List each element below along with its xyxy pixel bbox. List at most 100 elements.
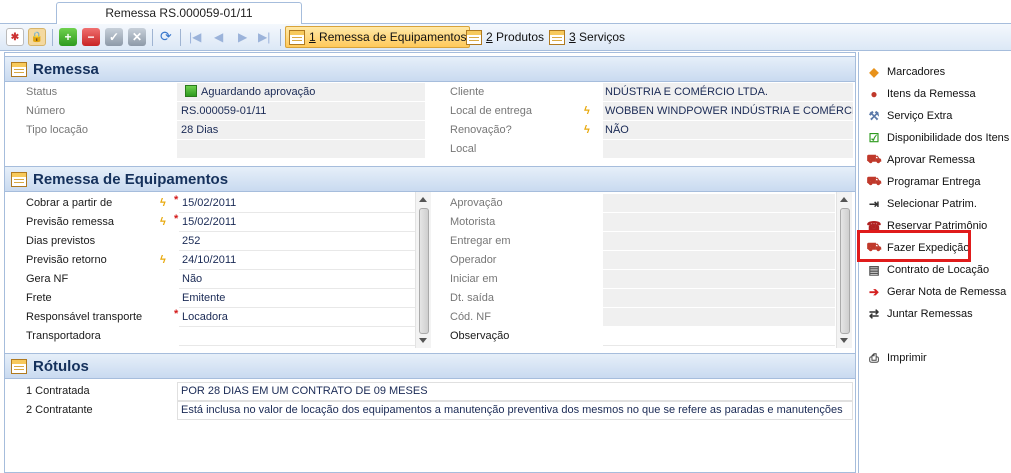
select-icon: ⇥ xyxy=(868,197,880,211)
lightning-icon[interactable]: ϟ xyxy=(160,197,166,209)
truck-calendar-icon: ⛟ xyxy=(866,174,882,188)
status-value: Aguardando aprovação xyxy=(185,83,315,102)
field-cell xyxy=(603,213,835,232)
rotulo-contratada-value[interactable]: POR 28 DIAS EM UM CONTRATO DE 09 MESES xyxy=(181,382,428,401)
cobrar-label: Cobrar a partir de xyxy=(26,197,113,209)
action-marcadores[interactable]: ◆ Marcadores xyxy=(866,62,945,82)
frete-value[interactable]: Emitente xyxy=(182,289,225,308)
toolbar-separator xyxy=(280,29,281,46)
tipo-locacao-value: 28 Dias xyxy=(181,124,219,136)
operador-label: Operador xyxy=(450,254,497,266)
action-contrato-locacao[interactable]: ▤ Contrato de Locação xyxy=(866,260,989,280)
action-disponibilidade[interactable]: ☑ Disponibilidade dos Itens xyxy=(866,128,1010,148)
section-title: Rótulos xyxy=(33,357,89,375)
numero-value: RS.000059-01/11 xyxy=(181,105,267,117)
lock-icon[interactable]: 🔒 xyxy=(28,28,46,46)
cobrar-value[interactable]: 15/02/2011 xyxy=(182,194,236,213)
empty-cell xyxy=(177,140,425,159)
lightning-icon[interactable]: ϟ xyxy=(160,254,166,266)
section-title: Remessa de Equipamentos xyxy=(33,170,229,188)
scroll-thumb[interactable] xyxy=(840,208,850,334)
merge-icon: ⇄ xyxy=(868,307,880,321)
section-title: Remessa xyxy=(33,60,99,78)
action-itens-remessa[interactable]: ● Itens da Remessa xyxy=(866,84,976,104)
tab-label: 2 Produtos xyxy=(486,30,544,44)
aprovacao-label: Aprovação xyxy=(450,197,503,209)
tag-icon: ◆ xyxy=(869,65,879,79)
lightning-icon[interactable]: ϟ xyxy=(584,105,590,117)
scroll-down-icon[interactable] xyxy=(840,338,848,343)
local-entrega-value: WOBBEN WINDPOWER INDÚSTRIA E COMÉRCIO LT xyxy=(605,105,853,117)
scroll-thumb[interactable] xyxy=(419,208,429,334)
action-aprovar-remessa[interactable]: ⛟ Aprovar Remessa xyxy=(866,150,975,170)
rotulo-contratante-value[interactable]: Está inclusa no valor de locação dos equ… xyxy=(181,401,853,420)
action-label: Programar Entrega xyxy=(887,176,981,188)
tab-strip: Remessa RS.000059-01/11 xyxy=(0,0,1011,25)
action-label: Serviço Extra xyxy=(887,110,953,122)
scroll-up-icon[interactable] xyxy=(840,197,848,202)
action-imprimir[interactable]: ⎙ Imprimir xyxy=(866,348,927,368)
iniciar-em-label: Iniciar em xyxy=(450,273,498,285)
action-label: Aprovar Remessa xyxy=(887,154,976,166)
tab-hotkey: 3 xyxy=(569,30,576,44)
field-cell xyxy=(603,308,835,327)
note-arrow-icon: ➔ xyxy=(868,285,880,299)
first-record-icon[interactable]: |◀ xyxy=(189,30,201,44)
tab-remessa-equipamentos[interactable]: 1 Remessa de Equipamentos xyxy=(285,26,471,48)
action-label: Gerar Nota de Remessa xyxy=(887,286,1007,298)
action-selecionar-patrim[interactable]: ⇥ Selecionar Patrim. xyxy=(866,194,977,214)
previsao-remessa-value[interactable]: 15/02/2011 xyxy=(182,213,236,232)
status-text: Aguardando aprovação xyxy=(201,86,316,98)
last-record-icon[interactable]: ▶| xyxy=(258,30,270,44)
confirm-button[interactable]: ✓ xyxy=(105,28,123,46)
dt-saida-label: Dt. saída xyxy=(450,292,495,304)
previsao-retorno-value[interactable]: 24/10/2011 xyxy=(182,251,236,270)
section-header-rotulos[interactable]: Rótulos xyxy=(5,353,855,379)
field-cell xyxy=(179,327,415,346)
table-icon xyxy=(11,61,27,77)
refresh-icon[interactable]: ⟳ xyxy=(160,28,172,45)
next-record-icon[interactable]: ▶ xyxy=(238,30,247,44)
tab-remessa[interactable]: Remessa RS.000059-01/11 xyxy=(56,2,302,25)
action-juntar-remessas[interactable]: ⇄ Juntar Remessas xyxy=(866,304,973,324)
new-record-icon[interactable]: ✱ xyxy=(6,28,24,46)
tab-text: Remessa de Equipamentos xyxy=(315,30,467,44)
dias-previstos-value[interactable]: 252 xyxy=(182,232,200,251)
toolbar: ✱ 🔒 + − ✓ ✕ ⟳ |◀ ◀ ▶ ▶| 1 Remessa de Equ… xyxy=(0,24,1011,51)
lightning-icon[interactable]: ϟ xyxy=(160,216,166,228)
remove-button[interactable]: − xyxy=(82,28,100,46)
tipo-locacao-label: Tipo locação xyxy=(26,124,88,136)
action-label: Itens da Remessa xyxy=(887,88,976,100)
renovacao-cell xyxy=(603,121,853,140)
required-marker: * xyxy=(174,213,179,225)
field-cell xyxy=(603,289,835,308)
action-label: Disponibilidade dos Itens xyxy=(887,132,1010,144)
gera-nf-value[interactable]: Não xyxy=(182,270,202,289)
lightning-icon[interactable]: ϟ xyxy=(584,124,590,136)
section-header-remessa[interactable]: Remessa xyxy=(5,56,855,82)
add-button[interactable]: + xyxy=(59,28,77,46)
rotulo-contratante-label: 2 Contratante xyxy=(26,404,93,416)
field-cell xyxy=(179,270,415,289)
required-marker: * xyxy=(174,194,179,206)
tab-label: 1 Remessa de Equipamentos xyxy=(309,30,466,44)
previous-record-icon[interactable]: ◀ xyxy=(214,30,223,44)
action-servico-extra[interactable]: ⚒ Serviço Extra xyxy=(866,106,953,126)
people-icon: ● xyxy=(870,87,878,101)
cancel-button[interactable]: ✕ xyxy=(128,28,146,46)
tab-produtos[interactable]: 2 Produtos xyxy=(463,26,547,48)
field-cell xyxy=(179,232,415,251)
responsavel-transporte-value[interactable]: Locadora xyxy=(182,308,228,327)
table-icon xyxy=(289,29,305,45)
table-icon xyxy=(466,29,482,45)
action-label: Marcadores xyxy=(887,66,946,78)
section-header-equipamentos[interactable]: Remessa de Equipamentos xyxy=(5,166,855,192)
responsavel-transporte-label: Responsável transporte xyxy=(26,311,143,323)
action-gerar-nota[interactable]: ➔ Gerar Nota de Remessa xyxy=(866,282,1006,302)
tab-servicos[interactable]: 3 Serviços xyxy=(546,26,628,48)
rotulo-contratada-label: 1 Contratada xyxy=(26,385,90,397)
scroll-down-icon[interactable] xyxy=(419,338,427,343)
action-programar-entrega[interactable]: ⛟ Programar Entrega xyxy=(866,172,981,192)
scroll-up-icon[interactable] xyxy=(419,197,427,202)
scrollbar-right[interactable] xyxy=(836,192,852,348)
